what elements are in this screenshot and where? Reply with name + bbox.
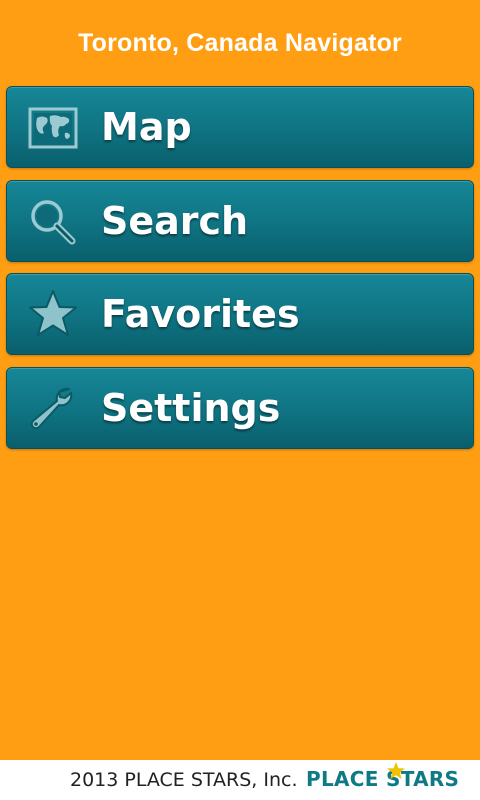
footer: 2013 PLACE STARS, Inc. PLACE STARS (0, 760, 480, 800)
search-icon (25, 194, 81, 250)
brand-star-icon (387, 762, 405, 779)
search-button[interactable]: Search (6, 179, 474, 262)
brand-logo-text: PLACE STARS (306, 767, 460, 791)
map-button-label: Map (101, 105, 192, 149)
main-menu: Map Search Favorites Settings (6, 86, 474, 460)
star-icon (25, 287, 81, 343)
map-icon (25, 100, 81, 156)
map-button[interactable]: Map (6, 86, 474, 168)
wrench-icon (25, 381, 81, 437)
settings-button-label: Settings (101, 385, 281, 430)
place-stars-logo[interactable]: PLACE STARS (306, 762, 460, 793)
settings-button[interactable]: Settings (6, 366, 474, 449)
favorites-button-label: Favorites (101, 292, 300, 337)
copyright-text: 2013 PLACE STARS, Inc. (70, 769, 298, 791)
search-button-label: Search (101, 198, 249, 243)
favorites-button[interactable]: Favorites (6, 273, 474, 356)
app-title: Toronto, Canada Navigator (77, 29, 402, 57)
